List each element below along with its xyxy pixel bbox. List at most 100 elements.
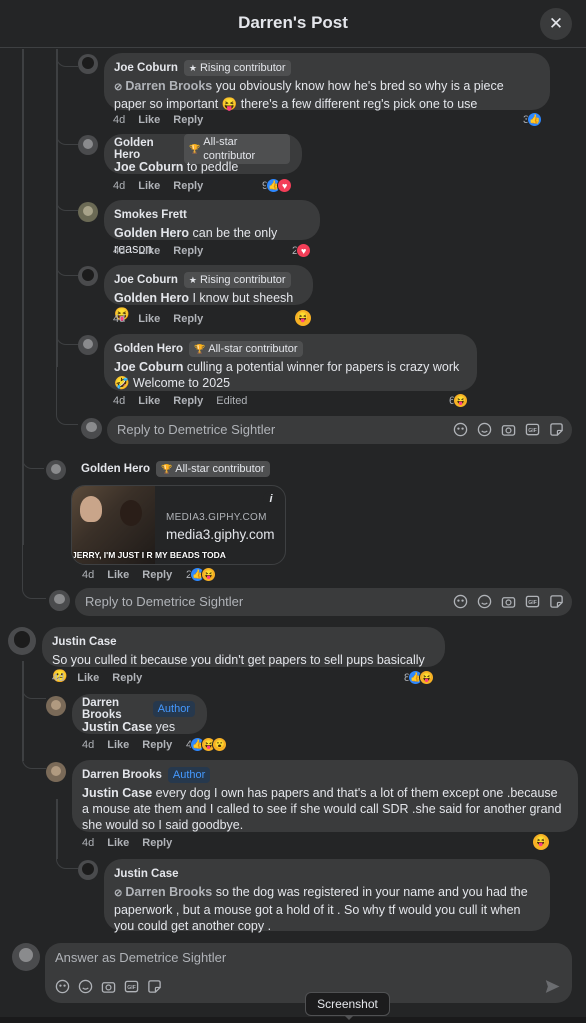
mention-link[interactable]: Joe Coburn bbox=[114, 360, 183, 374]
like-button[interactable]: Like bbox=[138, 313, 160, 325]
bottom-strip bbox=[0, 1017, 586, 1023]
camera-icon[interactable] bbox=[501, 422, 516, 437]
comment-actions: 4d Like Reply bbox=[52, 672, 142, 684]
comment-time[interactable]: 4d bbox=[82, 739, 94, 751]
comment-time[interactable]: 4d bbox=[113, 313, 125, 325]
mention-link[interactable]: ⊘ Darren Brooks bbox=[114, 79, 212, 93]
comment-author[interactable]: Justin Case bbox=[52, 636, 117, 648]
reply-input[interactable]: Reply to Demetrice Sightler GIF bbox=[75, 588, 572, 616]
reply-placeholder: Reply to Demetrice Sightler bbox=[117, 422, 276, 437]
comment-author[interactable]: Smokes Frett bbox=[114, 209, 187, 221]
camera-icon[interactable] bbox=[101, 979, 116, 994]
like-button[interactable]: Like bbox=[138, 395, 160, 407]
comment-text: yes bbox=[152, 720, 176, 734]
comments-scroll-area[interactable]: Joe Coburn ★ Rising contributor ⊘ Darren B… bbox=[0, 49, 586, 933]
reaction-summary[interactable]: 2 👍 😝 bbox=[186, 567, 217, 582]
avatar-icon[interactable] bbox=[78, 335, 98, 355]
comment-author[interactable]: Darren Brooks bbox=[82, 769, 162, 781]
avatar-icon[interactable] bbox=[12, 943, 40, 971]
reply-button[interactable]: Reply bbox=[142, 569, 172, 581]
emoji-icon[interactable] bbox=[78, 979, 93, 994]
avatar-icon[interactable] bbox=[78, 266, 98, 286]
reply-button[interactable]: Reply bbox=[173, 114, 203, 126]
author-badge: Author bbox=[167, 767, 211, 783]
comment-author[interactable]: Justin Case bbox=[114, 868, 179, 880]
sticker-icon[interactable] bbox=[549, 422, 564, 437]
like-button[interactable]: Like bbox=[107, 569, 129, 581]
avatar-icon[interactable] bbox=[453, 594, 468, 609]
reaction-summary[interactable]: 6 😝 bbox=[449, 393, 469, 408]
comment-time[interactable]: 4d bbox=[113, 114, 125, 126]
comment-author[interactable]: Golden Hero bbox=[81, 463, 150, 475]
haha-reaction-icon[interactable]: 😝 bbox=[295, 310, 311, 326]
comment-author[interactable]: Golden Hero bbox=[114, 137, 178, 161]
screenshot-tooltip: Screenshot bbox=[305, 992, 390, 1020]
gif-icon[interactable]: GIF bbox=[124, 979, 139, 994]
mention-link[interactable]: Justin Case bbox=[82, 786, 152, 800]
avatar-icon[interactable] bbox=[453, 422, 468, 437]
emoji-icon[interactable] bbox=[477, 594, 492, 609]
comment-actions: 4d Like Reply Edited bbox=[113, 395, 247, 407]
like-button[interactable]: Like bbox=[138, 114, 160, 126]
reply-button[interactable]: Reply bbox=[173, 245, 203, 257]
gif-link[interactable]: media3.giphy.com bbox=[166, 527, 275, 542]
reply-input[interactable]: Reply to Demetrice Sightler GIF bbox=[107, 416, 572, 444]
avatar-icon[interactable] bbox=[46, 696, 66, 716]
reply-button[interactable]: Reply bbox=[173, 180, 203, 192]
comment-time[interactable]: 4d bbox=[113, 395, 125, 407]
avatar-icon[interactable] bbox=[46, 762, 66, 782]
comment-author[interactable]: Golden Hero bbox=[114, 343, 183, 355]
reaction-summary[interactable]: 2 ♥ bbox=[292, 243, 312, 258]
avatar-icon[interactable] bbox=[8, 627, 36, 655]
emoji-icon[interactable] bbox=[477, 422, 492, 437]
like-button[interactable]: Like bbox=[77, 672, 99, 684]
reply-button[interactable]: Reply bbox=[173, 395, 203, 407]
reply-button[interactable]: Reply bbox=[142, 739, 172, 751]
mention-link[interactable]: Justin Case bbox=[82, 720, 152, 734]
mention-link[interactable]: Golden Hero bbox=[114, 291, 189, 305]
reaction-summary[interactable]: 9 👍 ♥ bbox=[262, 178, 293, 193]
edited-label: Edited bbox=[216, 395, 248, 407]
close-button[interactable]: ✕ bbox=[540, 8, 572, 40]
comment-author[interactable]: Joe Coburn bbox=[114, 274, 178, 286]
avatar-icon[interactable] bbox=[46, 460, 66, 480]
like-button[interactable]: Like bbox=[107, 739, 129, 751]
like-button[interactable]: Like bbox=[107, 837, 129, 849]
avatar-icon[interactable] bbox=[78, 135, 98, 155]
comment-time[interactable]: 4d bbox=[82, 837, 94, 849]
reaction-summary[interactable]: 4 👍 😝 😮 bbox=[186, 737, 228, 752]
comment-time[interactable]: 4d bbox=[52, 672, 64, 684]
camera-icon[interactable] bbox=[501, 594, 516, 609]
comment-time[interactable]: 4d bbox=[113, 245, 125, 257]
gif-attachment[interactable]: JERRY, I'M JUST I R MY BEADS TODA MEDIA3… bbox=[71, 485, 286, 565]
like-button[interactable]: Like bbox=[138, 245, 160, 257]
sticker-icon[interactable] bbox=[147, 979, 162, 994]
sticker-icon[interactable] bbox=[549, 594, 564, 609]
comment-time[interactable]: 4d bbox=[113, 180, 125, 192]
reply-button[interactable]: Reply bbox=[112, 672, 142, 684]
gif-icon[interactable]: GIF bbox=[525, 594, 540, 609]
comment-author[interactable]: Darren Brooks bbox=[82, 697, 147, 721]
thread-connector bbox=[56, 57, 78, 67]
comment-bubble: Justin Case So you culled it because you… bbox=[42, 627, 445, 683]
mention-link[interactable]: Joe Coburn bbox=[114, 160, 183, 174]
avatar-icon[interactable] bbox=[78, 202, 98, 222]
send-icon[interactable] bbox=[545, 979, 560, 997]
comment-author[interactable]: Joe Coburn bbox=[114, 62, 178, 74]
haha-reaction-icon[interactable]: 😝 bbox=[533, 834, 549, 850]
like-button[interactable]: Like bbox=[138, 180, 160, 192]
reply-button[interactable]: Reply bbox=[142, 837, 172, 849]
contributor-badge: ★ Rising contributor bbox=[183, 60, 291, 76]
comment-time[interactable]: 4d bbox=[82, 569, 94, 581]
mention-link[interactable]: Golden Hero bbox=[114, 226, 189, 240]
avatar-icon[interactable] bbox=[78, 860, 98, 880]
avatar-icon[interactable] bbox=[78, 54, 98, 74]
avatar-icon[interactable] bbox=[55, 979, 70, 994]
reply-button[interactable]: Reply bbox=[173, 313, 203, 325]
reaction-summary[interactable]: 8 👍 😝 bbox=[404, 670, 435, 685]
composer-placeholder: Answer as Demetrice Sightler bbox=[55, 950, 227, 965]
mention-link[interactable]: ⊘ Darren Brooks bbox=[114, 885, 212, 899]
info-icon[interactable]: i bbox=[263, 491, 279, 507]
gif-icon[interactable]: GIF bbox=[525, 422, 540, 437]
reaction-summary[interactable]: 3 👍 bbox=[523, 112, 543, 127]
